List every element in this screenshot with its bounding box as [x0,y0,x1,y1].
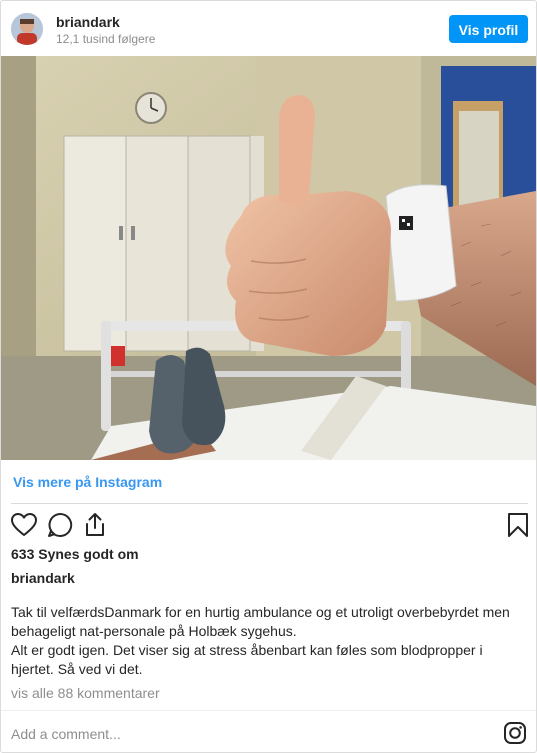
divider [11,503,528,504]
view-more-on-instagram-link[interactable]: Vis mere på Instagram [13,474,162,490]
instagram-logo-icon[interactable] [503,721,527,745]
avatar-image [11,13,43,45]
bookmark-icon[interactable] [504,511,532,539]
comment-icon[interactable] [46,511,74,539]
view-all-comments-link[interactable]: vis alle 88 kommentarer [11,685,160,701]
caption-line: behageligt nat-personale på Holbæk sygeh… [11,623,297,639]
view-profile-button[interactable]: Vis profil [449,15,528,43]
heart-icon[interactable] [10,511,38,539]
like-count[interactable]: 633 Synes godt om [11,546,139,562]
follower-count: 12,1 tusind følgere [56,32,156,46]
caption-line: Alt er godt igen. Det viser sig at stres… [11,642,483,658]
add-comment-input[interactable]: Add a comment... [11,726,121,742]
caption-text: Tak til velfærdsDanmark for en hurtig am… [11,603,523,679]
caption-line: Tak til velfærdsDanmark for en hurtig am… [11,604,510,620]
post-header: briandark 12,1 tusind følgere Vis profil [1,1,536,56]
avatar[interactable] [11,13,43,45]
share-icon[interactable] [81,511,109,539]
divider [1,710,536,711]
instagram-embed-card: briandark 12,1 tusind følgere Vis profil [0,0,537,753]
caption-username[interactable]: briandark [11,570,75,586]
caption-line: hjertet. Så ved vi det. [11,661,143,677]
action-bar [1,511,536,541]
username[interactable]: briandark [56,14,120,30]
post-image[interactable] [1,56,536,460]
